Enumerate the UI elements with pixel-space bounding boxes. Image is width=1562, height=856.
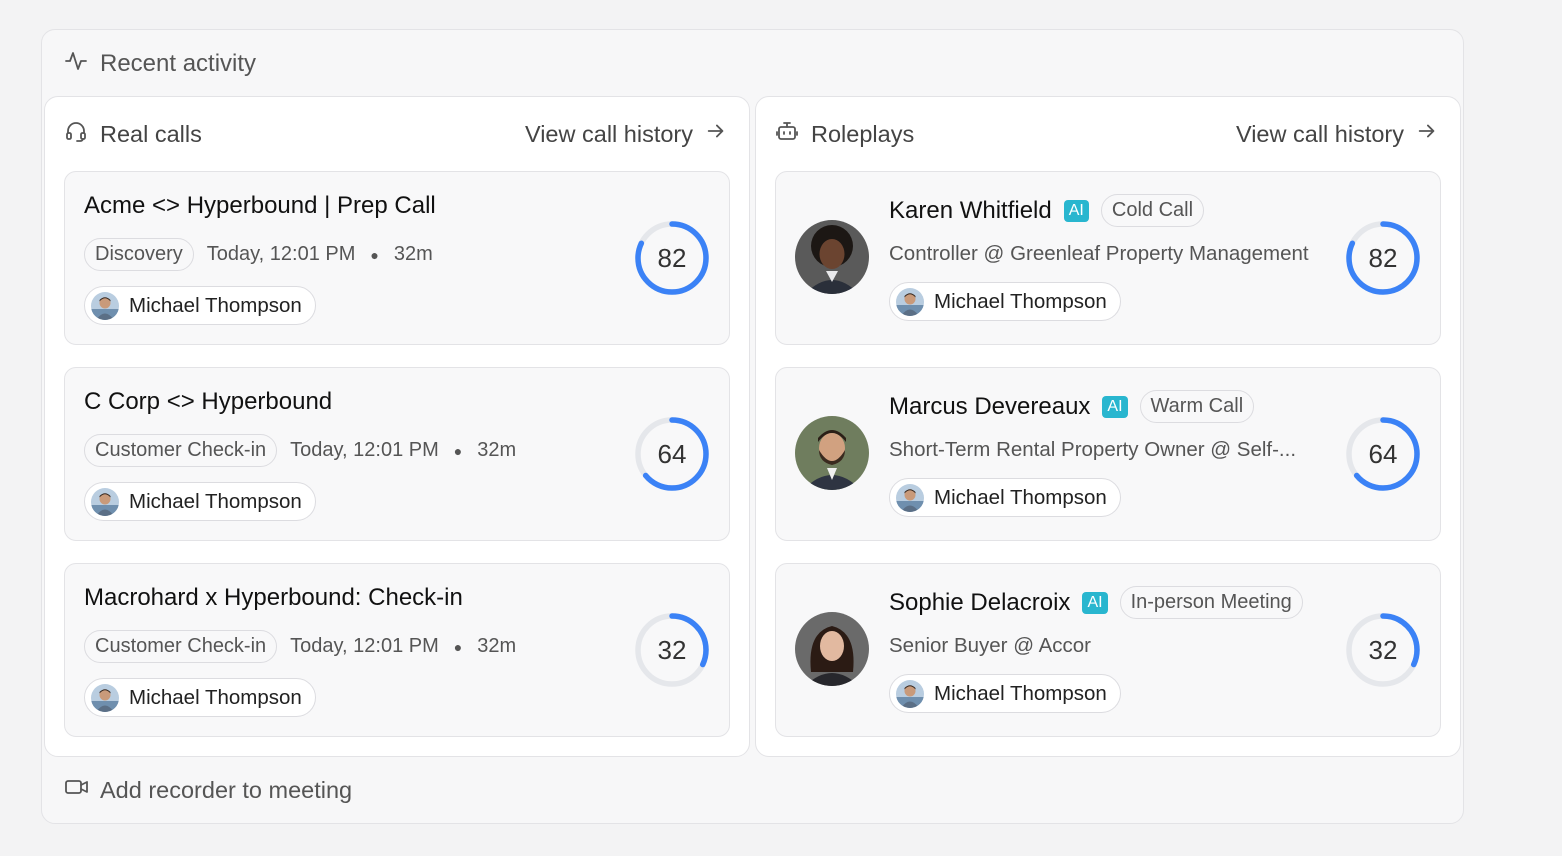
avatar bbox=[896, 288, 924, 316]
roleplay-card[interactable]: Marcus Devereaux AI Warm Call Short-Term… bbox=[775, 367, 1441, 541]
add-recorder-button[interactable]: Add recorder to meeting bbox=[64, 776, 352, 804]
persona-name: Karen Whitfield bbox=[889, 196, 1052, 224]
separator-dot: ● bbox=[453, 638, 463, 655]
call-card[interactable]: C Corp <> Hyperbound Customer Check-in T… bbox=[64, 367, 730, 541]
activity-pulse-icon bbox=[64, 49, 88, 80]
user-name: Michael Thompson bbox=[129, 685, 302, 709]
call-type-tag: Customer Check-in bbox=[84, 434, 278, 467]
persona-role: Controller @ Greenleaf Property Manageme… bbox=[889, 242, 1309, 265]
recent-activity-header: Recent activity bbox=[64, 48, 256, 80]
roleplays-panel: Roleplays View call history Karen Whitfi… bbox=[755, 96, 1461, 757]
call-type-tag: Cold Call bbox=[1100, 194, 1205, 227]
user-name: Michael Thompson bbox=[129, 293, 302, 317]
ai-badge: AI bbox=[1102, 395, 1128, 418]
persona-name: Sophie Delacroix bbox=[889, 588, 1071, 616]
score-value: 82 bbox=[657, 242, 687, 273]
avatar bbox=[896, 484, 924, 512]
avatar bbox=[795, 416, 869, 490]
call-duration: 32m bbox=[393, 243, 433, 265]
avatar bbox=[896, 680, 924, 708]
score-value: 32 bbox=[657, 634, 687, 665]
view-history-label: View call history bbox=[1235, 120, 1404, 147]
score-ring: 32 bbox=[633, 611, 711, 689]
user-pill[interactable]: Michael Thompson bbox=[84, 482, 316, 521]
roleplays-view-history-link[interactable]: View call history bbox=[1236, 120, 1438, 148]
user-pill[interactable]: Michael Thompson bbox=[84, 286, 316, 325]
roleplays-header: Roleplays View call history bbox=[775, 117, 1438, 151]
real-calls-header: Real calls View call history bbox=[64, 117, 727, 151]
avatar bbox=[795, 220, 869, 294]
real-calls-title: Real calls bbox=[100, 120, 202, 147]
headset-icon bbox=[64, 119, 88, 149]
recent-activity-title: Recent activity bbox=[100, 50, 257, 77]
persona-role: Short-Term Rental Property Owner @ Self-… bbox=[889, 438, 1297, 461]
call-type-tag: Discovery bbox=[84, 238, 194, 271]
persona-name: Marcus Devereaux bbox=[889, 392, 1091, 420]
call-duration: 32m bbox=[477, 439, 517, 461]
roleplays-title: Roleplays bbox=[811, 120, 915, 147]
score-ring: 82 bbox=[1344, 219, 1422, 297]
recent-activity-card: Recent activity Real calls View call his… bbox=[41, 29, 1464, 824]
user-name: Michael Thompson bbox=[129, 489, 302, 513]
avatar bbox=[91, 488, 119, 516]
user-name: Michael Thompson bbox=[934, 681, 1107, 705]
bot-icon bbox=[775, 119, 799, 149]
call-time: Today, 12:01 PM bbox=[206, 243, 356, 265]
arrow-right-icon bbox=[705, 120, 727, 148]
call-type-tag: Warm Call bbox=[1139, 390, 1255, 423]
score-value: 82 bbox=[1368, 242, 1398, 273]
separator-dot: ● bbox=[370, 246, 379, 263]
user-pill[interactable]: Michael Thompson bbox=[889, 282, 1121, 321]
real-calls-panel: Real calls View call history Acme <> Hyp… bbox=[44, 96, 750, 757]
call-title: C Corp <> Hyperbound bbox=[84, 388, 333, 415]
score-ring: 82 bbox=[633, 219, 711, 297]
score-value: 64 bbox=[1368, 438, 1398, 469]
score-ring: 32 bbox=[1344, 611, 1422, 689]
ai-badge: AI bbox=[1082, 591, 1108, 614]
user-pill[interactable]: Michael Thompson bbox=[889, 478, 1121, 517]
persona-role: Senior Buyer @ Accor bbox=[889, 634, 1091, 657]
call-title: Macrohard x Hyperbound: Check-in bbox=[84, 584, 463, 611]
add-recorder-label: Add recorder to meeting bbox=[100, 776, 353, 803]
score-ring: 64 bbox=[1344, 415, 1422, 493]
user-name: Michael Thompson bbox=[934, 485, 1107, 509]
arrow-right-icon bbox=[1416, 120, 1438, 148]
real-calls-view-history-link[interactable]: View call history bbox=[525, 120, 727, 148]
user-name: Michael Thompson bbox=[934, 289, 1107, 313]
user-pill[interactable]: Michael Thompson bbox=[84, 678, 316, 717]
call-type-tag: In-person Meeting bbox=[1119, 586, 1303, 619]
score-value: 64 bbox=[657, 438, 687, 469]
video-camera-icon bbox=[64, 776, 90, 804]
avatar bbox=[91, 292, 119, 320]
separator-dot: ● bbox=[453, 442, 463, 459]
avatar bbox=[795, 612, 869, 686]
score-value: 32 bbox=[1368, 634, 1398, 665]
call-type-tag: Customer Check-in bbox=[84, 630, 278, 663]
score-ring: 64 bbox=[633, 415, 711, 493]
call-duration: 32m bbox=[477, 635, 517, 657]
ai-badge: AI bbox=[1063, 199, 1089, 222]
call-title: Acme <> Hyperbound | Prep Call bbox=[84, 192, 436, 219]
roleplay-card[interactable]: Karen Whitfield AI Cold Call Controller … bbox=[775, 171, 1441, 345]
call-time: Today, 12:01 PM bbox=[290, 439, 439, 461]
call-card[interactable]: Macrohard x Hyperbound: Check-in Custome… bbox=[64, 563, 730, 737]
user-pill[interactable]: Michael Thompson bbox=[889, 674, 1121, 713]
call-card[interactable]: Acme <> Hyperbound | Prep Call Discovery… bbox=[64, 171, 730, 345]
view-history-label: View call history bbox=[524, 120, 693, 147]
call-time: Today, 12:01 PM bbox=[290, 635, 439, 657]
roleplay-card[interactable]: Sophie Delacroix AI In-person Meeting Se… bbox=[775, 563, 1441, 737]
avatar bbox=[91, 684, 119, 712]
